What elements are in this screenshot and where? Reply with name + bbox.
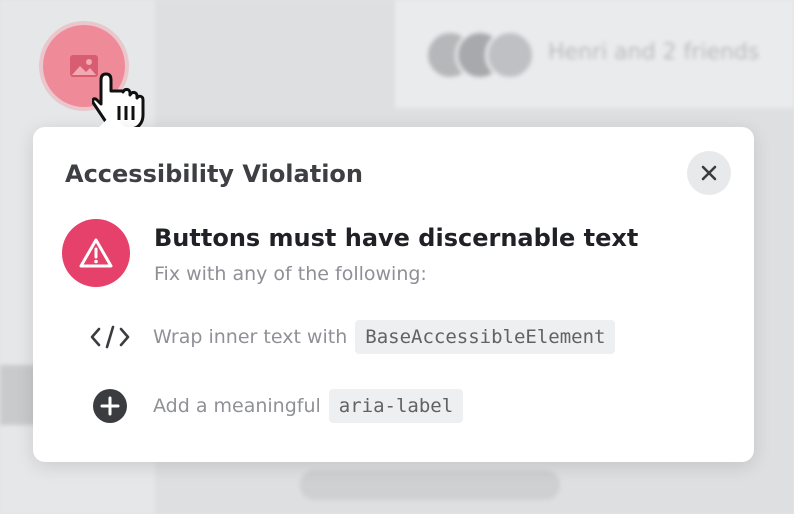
- warning-badge: [62, 219, 130, 287]
- fix-option: Wrap inner text with BaseAccessibleEleme…: [88, 317, 616, 357]
- accessibility-popover: Accessibility Violation Buttons must hav…: [33, 114, 754, 462]
- friend-avatars[interactable]: [425, 30, 535, 80]
- code-chip: aria-label: [328, 389, 464, 423]
- fix-option: Add a meaningful aria-label: [88, 386, 464, 426]
- violation-heading: Buttons must have discernable text: [154, 224, 639, 252]
- app-screen: Henri and 2 friends Accessibility Violat…: [0, 0, 794, 514]
- hand-cursor-icon: [92, 72, 145, 131]
- plus-circle-icon: [88, 386, 132, 426]
- friends-label[interactable]: Henri and 2 friends: [548, 40, 759, 65]
- violation-subheading: Fix with any of the following:: [154, 263, 427, 285]
- bottom-placeholder: [300, 470, 560, 500]
- fix-text: Wrap inner text with: [153, 326, 348, 348]
- fix-text: Add a meaningful: [153, 395, 321, 417]
- code-chip: BaseAccessibleElement: [355, 320, 616, 354]
- close-icon: [701, 165, 717, 181]
- code-icon: [88, 317, 132, 357]
- warning-icon: [79, 238, 113, 268]
- popover-title: Accessibility Violation: [65, 160, 363, 188]
- avatar: [485, 30, 535, 80]
- close-button[interactable]: [687, 151, 731, 195]
